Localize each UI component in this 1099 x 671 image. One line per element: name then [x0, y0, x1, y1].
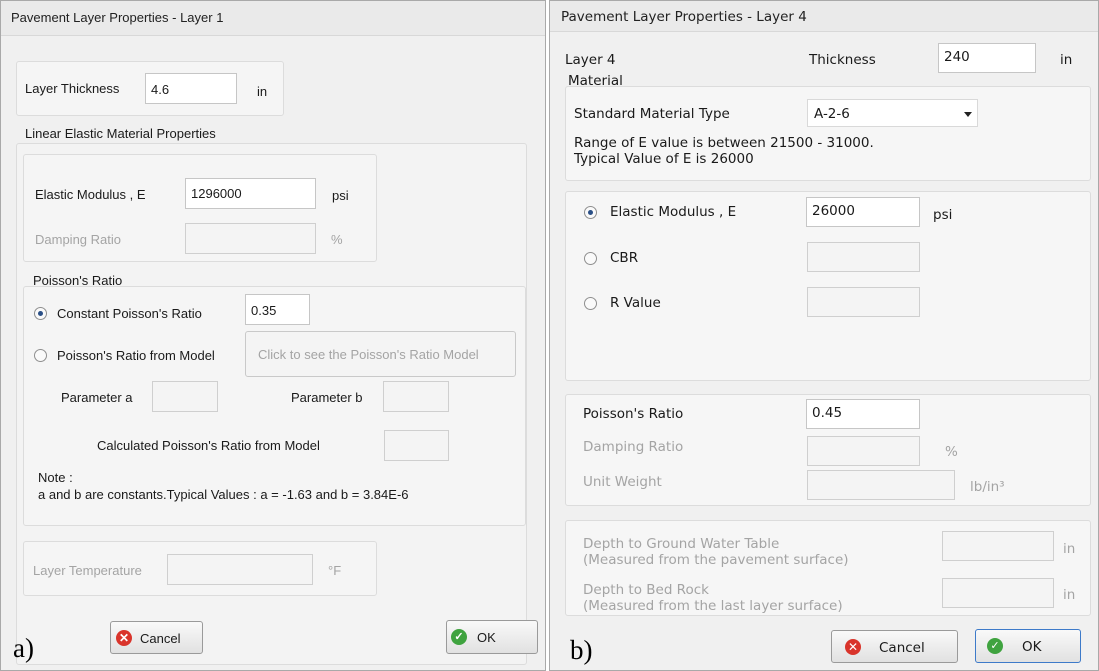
elastic-modulus-label: Elastic Modulus , E	[610, 204, 737, 220]
calculated-poisson-input	[384, 430, 449, 461]
figure-caption-b: b)	[570, 635, 593, 665]
window-title: Pavement Layer Properties - Layer 4	[561, 9, 807, 25]
damping-ratio-input	[807, 436, 920, 466]
cancel-button-label: Cancel	[140, 631, 181, 646]
bed-rock-note: (Measured from the last layer surface)	[583, 598, 843, 614]
ok-check-icon: ✓	[451, 629, 467, 645]
layer-thickness-input[interactable]: 4.6	[145, 73, 237, 104]
constant-poisson-label: Constant Poisson's Ratio	[57, 306, 202, 321]
elastic-modulus-label: Elastic Modulus , E	[35, 187, 146, 202]
note-text: a and b are constants.Typical Values : a…	[38, 487, 409, 502]
thickness-label: Thickness	[809, 52, 876, 68]
poisson-ratio-label: Poisson's Ratio	[583, 406, 684, 422]
ok-check-icon: ✓	[987, 638, 1003, 654]
elastic-modulus-input[interactable]: 1296000	[185, 178, 316, 209]
ok-button[interactable]: ✓ OK	[446, 620, 538, 654]
poisson-ratio-input[interactable]: 0.45	[806, 399, 920, 429]
calculated-poisson-label: Calculated Poisson's Ratio from Model	[97, 438, 320, 453]
bed-rock-input	[942, 578, 1054, 608]
layer-thickness-label: Layer Thickness	[25, 81, 120, 96]
dialog-layer-4: Pavement Layer Properties - Layer 4 Laye…	[549, 0, 1099, 671]
damping-ratio-label: Damping Ratio	[35, 232, 121, 247]
bed-rock-unit: in	[1063, 587, 1076, 603]
cbr-label: CBR	[610, 250, 639, 266]
constant-poisson-input[interactable]: 0.35	[245, 294, 310, 325]
layer-temperature-unit: °F	[328, 563, 342, 578]
elastic-modulus-unit: psi	[332, 188, 349, 203]
damping-ratio-label: Damping Ratio	[583, 439, 684, 455]
standard-material-label: Standard Material Type	[574, 106, 730, 122]
cancel-button-label: Cancel	[879, 640, 925, 656]
ok-button[interactable]: ✓ OK	[975, 629, 1081, 663]
param-b-label: Parameter b	[291, 390, 363, 405]
cancel-button[interactable]: ✕ Cancel	[831, 630, 958, 663]
param-b-input	[383, 381, 449, 412]
cbr-radio[interactable]	[584, 252, 597, 265]
layer-thickness-unit: in	[257, 84, 268, 99]
cbr-input	[807, 242, 920, 272]
range-line-2: Typical Value of E is 26000	[574, 151, 754, 167]
unit-weight-label: Unit Weight	[583, 474, 662, 490]
r-value-radio[interactable]	[584, 297, 597, 310]
r-value-input	[807, 287, 920, 317]
see-poisson-model-button[interactable]: Click to see the Poisson's Ratio Model	[245, 331, 516, 377]
thickness-unit: in	[1060, 52, 1073, 68]
cancel-button[interactable]: ✕ Cancel	[110, 621, 203, 654]
poisson-group-title: Poisson's Ratio	[33, 273, 123, 288]
title-bar: Pavement Layer Properties - Layer 4	[550, 1, 1098, 32]
elastic-modulus-radio[interactable]	[584, 206, 597, 219]
unit-weight-unit: lb/in³	[970, 479, 1005, 495]
layer-label: Layer 4	[565, 52, 616, 68]
dialog-layer-1: Pavement Layer Properties - Layer 1 Laye…	[0, 0, 546, 671]
damping-ratio-unit: %	[331, 232, 343, 247]
layer-temperature-input	[167, 554, 313, 585]
unit-weight-input	[807, 470, 955, 500]
damping-ratio-unit: %	[945, 444, 958, 460]
range-line-1: Range of E value is between 21500 - 3100…	[574, 135, 874, 151]
window-title: Pavement Layer Properties - Layer 1	[11, 10, 224, 25]
figure-caption-a: a)	[13, 633, 34, 663]
ground-water-table-input	[942, 531, 1054, 561]
see-poisson-model-button-label: Click to see the Poisson's Ratio Model	[258, 347, 479, 362]
linear-elastic-title: Linear Elastic Material Properties	[25, 126, 216, 141]
param-a-label: Parameter a	[61, 390, 133, 405]
standard-material-select[interactable]: A-2-6	[807, 99, 978, 127]
cancel-x-icon: ✕	[845, 639, 861, 655]
ground-water-table-unit: in	[1063, 541, 1076, 557]
r-value-label: R Value	[610, 295, 661, 311]
title-bar: Pavement Layer Properties - Layer 1	[1, 1, 545, 36]
poisson-model-label: Poisson's Ratio from Model	[57, 348, 215, 363]
param-a-input	[152, 381, 218, 412]
ok-button-label: OK	[477, 630, 496, 645]
elastic-modulus-unit: psi	[933, 207, 953, 223]
ground-water-table-label: Depth to Ground Water Table	[583, 536, 780, 552]
cancel-x-icon: ✕	[116, 630, 132, 646]
chevron-down-icon	[964, 112, 972, 117]
poisson-model-radio[interactable]	[34, 349, 47, 362]
note-title: Note :	[38, 470, 73, 485]
elastic-modulus-input[interactable]: 26000	[806, 197, 920, 227]
layer-temperature-label: Layer Temperature	[33, 563, 142, 578]
damping-ratio-input	[185, 223, 316, 254]
constant-poisson-radio[interactable]	[34, 307, 47, 320]
ok-button-label: OK	[1022, 639, 1042, 655]
thickness-input[interactable]: 240	[938, 43, 1036, 73]
ground-water-table-note: (Measured from the pavement surface)	[583, 552, 849, 568]
standard-material-value: A-2-6	[814, 106, 850, 122]
material-title: Material	[568, 73, 623, 89]
bed-rock-label: Depth to Bed Rock	[583, 582, 709, 598]
